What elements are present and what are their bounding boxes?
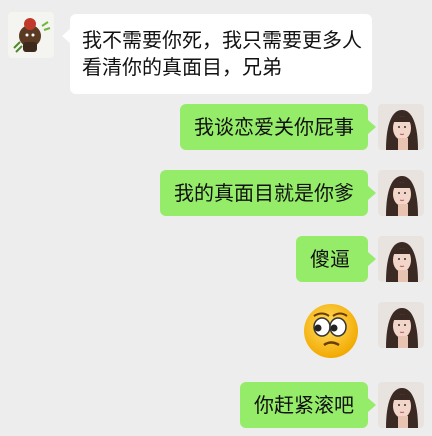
message-bubble-incoming[interactable]: 我不需要你死，我只需要更多人 看清你的真面目，兄弟: [70, 14, 372, 94]
avatar[interactable]: [8, 12, 54, 58]
message-bubble-outgoing[interactable]: 我谈恋爱关你屁事: [180, 104, 368, 150]
avatar[interactable]: [378, 104, 424, 150]
woman-portrait-avatar-icon: [378, 382, 424, 428]
woman-portrait-avatar-icon: [378, 302, 424, 348]
rolling-eyes-emoji-icon: [304, 304, 358, 358]
woman-portrait-avatar-icon: [378, 236, 424, 282]
bubble-tail: [368, 120, 376, 134]
bubble-tail: [368, 398, 376, 412]
avatar[interactable]: [378, 382, 424, 428]
avatar[interactable]: [378, 236, 424, 282]
message-bubble-outgoing[interactable]: 傻逼: [296, 236, 368, 282]
message-text: 我的真面目就是你爹: [174, 180, 354, 205]
message-text: 傻逼: [310, 246, 350, 271]
message-text: 我谈恋爱关你屁事: [194, 114, 354, 139]
message-text: 你赶紧滚吧: [254, 392, 354, 417]
message-bubble-outgoing[interactable]: 你赶紧滚吧: [240, 382, 368, 428]
message-bubble-outgoing[interactable]: 我的真面目就是你爹: [160, 170, 368, 216]
message-emoji[interactable]: [302, 302, 360, 360]
woman-portrait-avatar-icon: [378, 170, 424, 216]
message-line: 看清你的真面目，兄弟: [82, 55, 282, 79]
message-line: 我不需要你死，我只需要更多人: [82, 28, 362, 52]
bubble-tail: [368, 252, 376, 266]
avatar[interactable]: [378, 170, 424, 216]
avatar[interactable]: [378, 302, 424, 348]
cartoon-character-avatar-icon: [8, 12, 54, 58]
bubble-tail: [62, 29, 70, 43]
bubble-tail: [368, 186, 376, 200]
woman-portrait-avatar-icon: [378, 104, 424, 150]
